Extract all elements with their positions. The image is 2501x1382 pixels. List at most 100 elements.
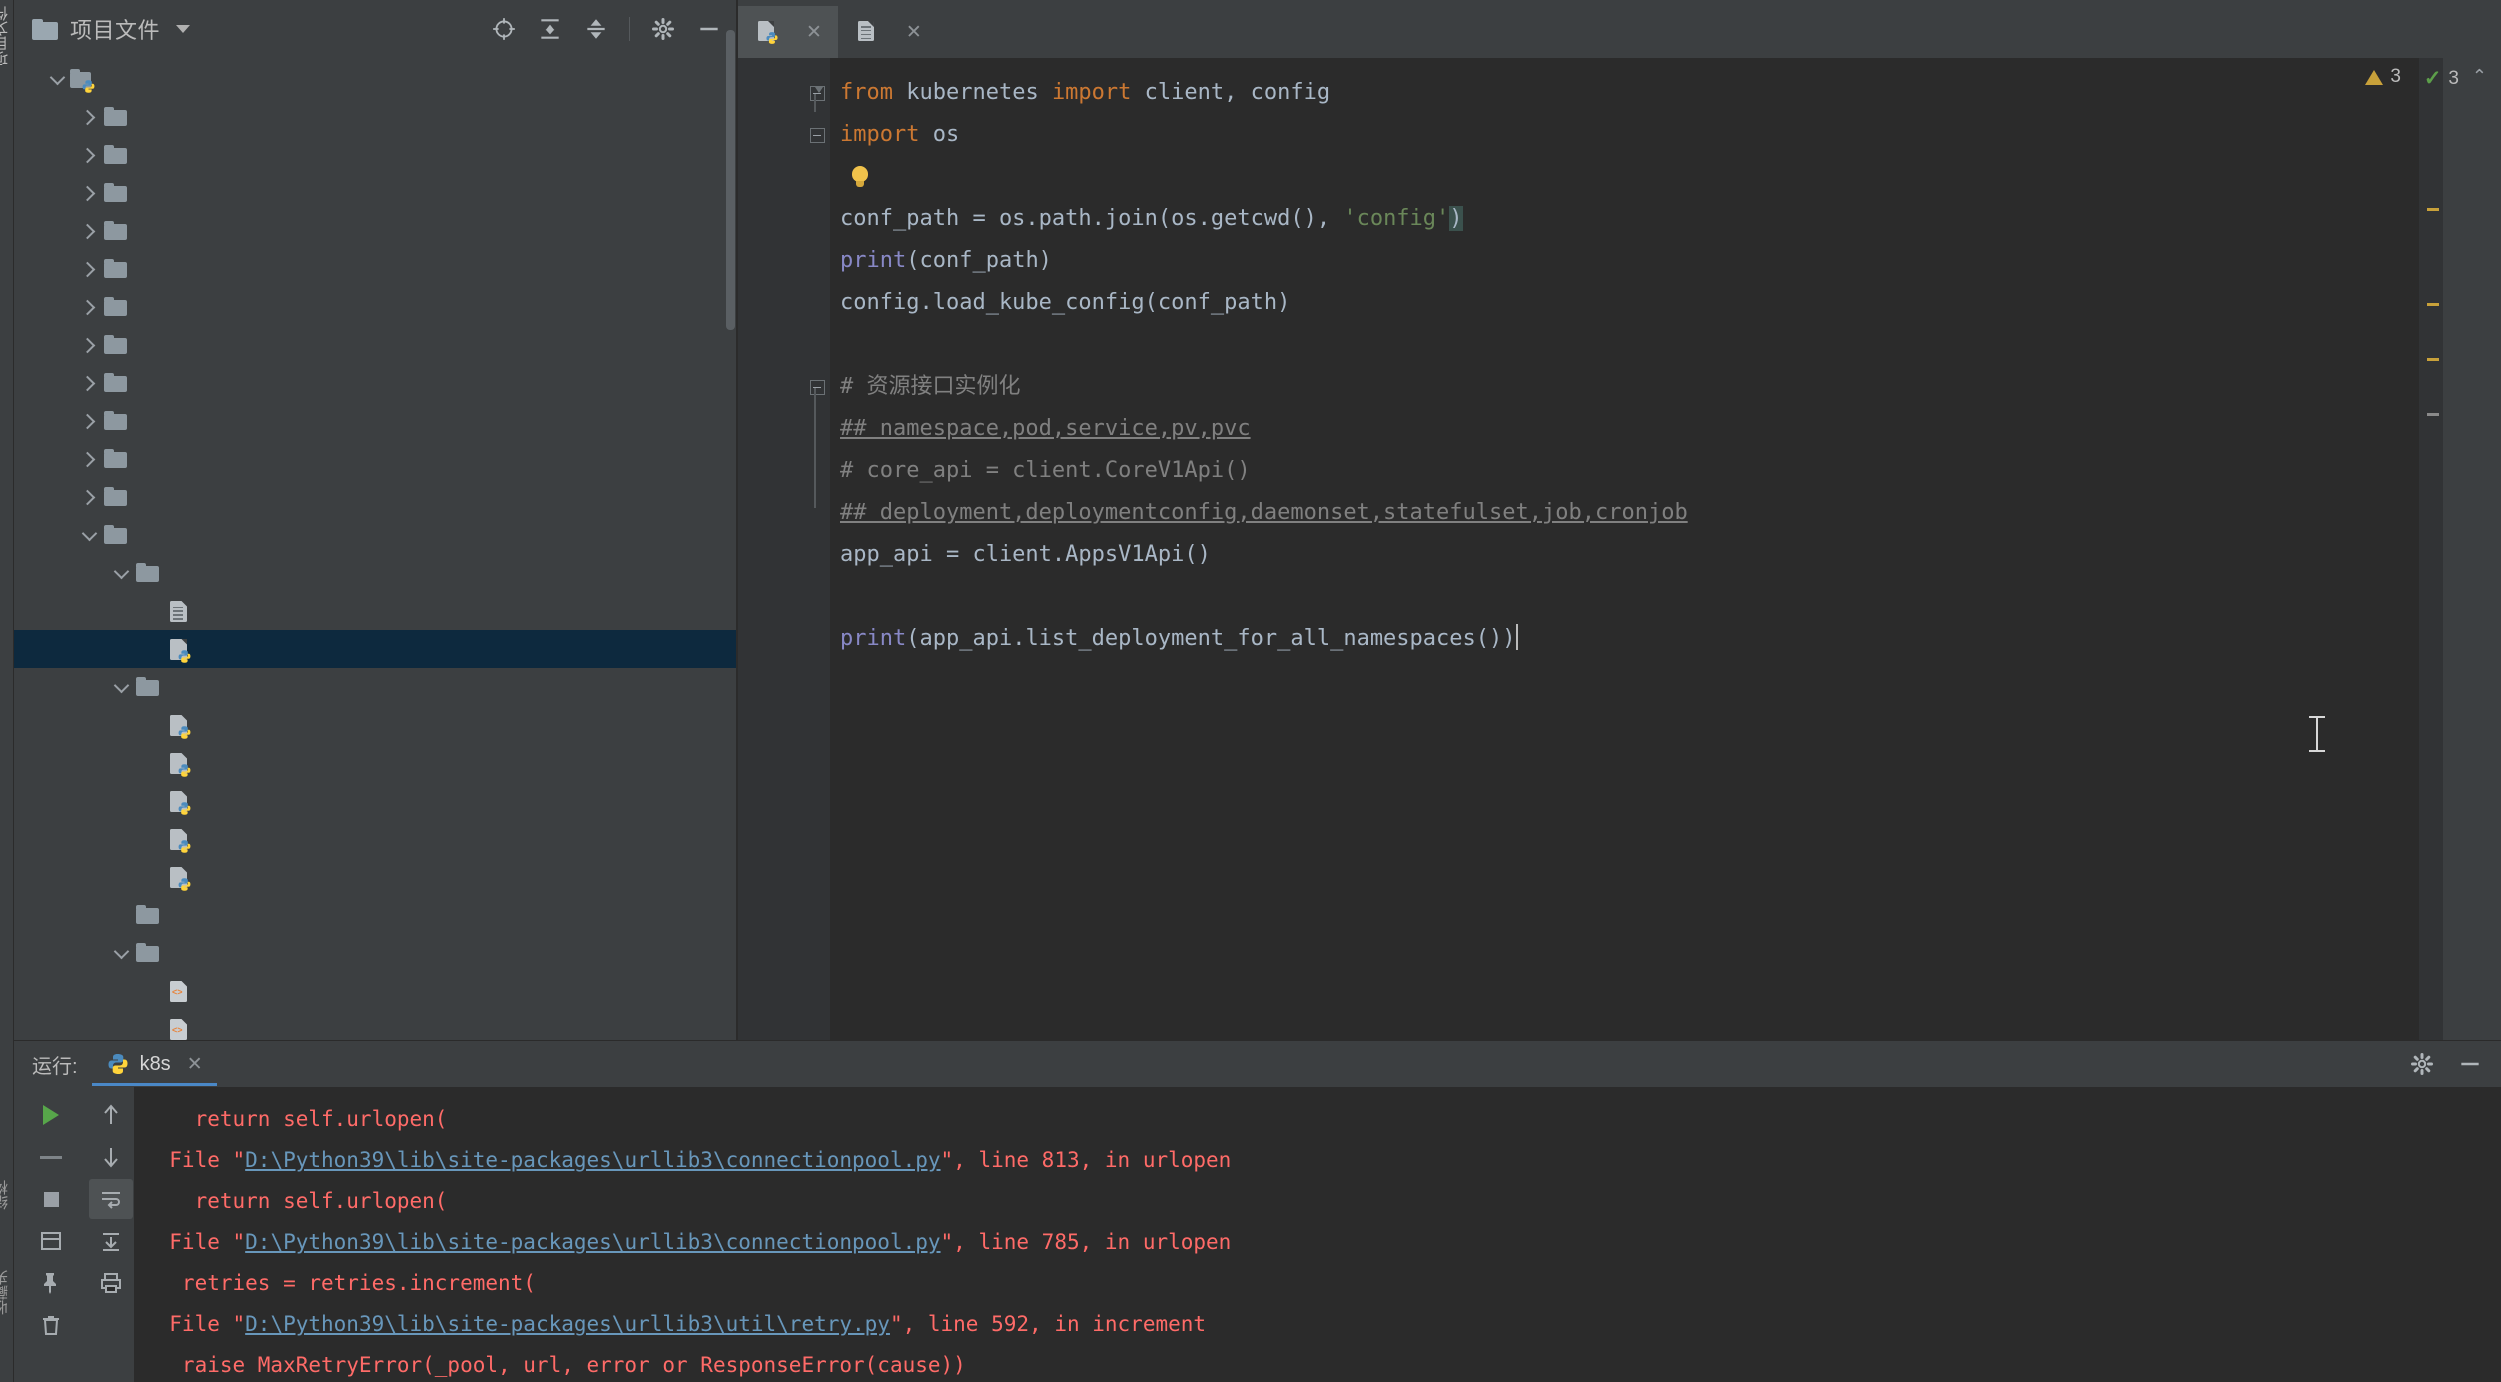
code-line[interactable] [830, 156, 2419, 198]
down-arrow-icon[interactable] [89, 1137, 133, 1177]
vertical-tab-favorites[interactable]: 收藏夹 [0, 1270, 12, 1315]
close-icon[interactable]: ✕ [187, 1053, 203, 1076]
project-file-tree[interactable]: <> <> [14, 58, 736, 1040]
editor-tab-config[interactable]: ✕ [838, 6, 938, 58]
tree-item-devops-drf[interactable] [14, 288, 736, 326]
tree-item-base-html[interactable]: <> [14, 972, 736, 1010]
code-editor[interactable]: from kubernetes import client, config imp… [830, 58, 2419, 1040]
warning-status[interactable]: 3 [2365, 66, 2401, 88]
tree-item-settings-py[interactable] [14, 782, 736, 820]
chevron-right-icon[interactable] [76, 375, 102, 391]
chevron-down-icon[interactable] [108, 677, 134, 693]
close-icon[interactable]: ✕ [806, 21, 822, 44]
stop-icon[interactable] [29, 1179, 73, 1219]
tree-item-k8s-py[interactable] [14, 630, 736, 668]
chevron-right-icon[interactable] [76, 337, 102, 353]
tree-item-urls-py[interactable] [14, 820, 736, 858]
gear-icon[interactable] [650, 16, 676, 42]
tree-item-day16[interactable] [14, 212, 736, 250]
tree-item-wsgi-py[interactable] [14, 858, 736, 896]
code-line[interactable]: print(app_api.list_deployment_for_all_na… [830, 618, 2419, 660]
error-marker-gutter[interactable] [2419, 58, 2443, 1040]
vertical-tab-project[interactable]: 项目文件 [0, 6, 12, 66]
code-folding-gutter[interactable] [804, 58, 830, 1040]
code-line[interactable]: ## namespace,pod,service,pv,pvc [830, 408, 2419, 450]
chevron-right-icon[interactable] [76, 451, 102, 467]
code-line[interactable]: import os [830, 114, 2419, 156]
console-output[interactable]: return self.urlopen( File "D:\Python39\l… [134, 1087, 2501, 1382]
chevron-down-icon[interactable] [108, 563, 134, 579]
tree-item-course[interactable] [14, 60, 736, 98]
collapse-inspections-button[interactable]: ⌃ [2472, 66, 2487, 87]
fold-box-icon[interactable] [809, 379, 825, 395]
chevron-right-icon[interactable] [76, 147, 102, 163]
tree-item--idea[interactable] [14, 98, 736, 136]
tree-item-asgi-py[interactable] [14, 744, 736, 782]
collapse-all-icon[interactable] [537, 16, 563, 42]
tree-item-hello[interactable] [14, 440, 736, 478]
tree-item-docx[interactable] [14, 326, 736, 364]
tree-item-config[interactable] [14, 592, 736, 630]
scroll-to-end-icon[interactable] [89, 1221, 133, 1261]
chevron-right-icon[interactable] [76, 489, 102, 505]
tree-item-ftp[interactable] [14, 402, 736, 440]
tree-item--init-py[interactable] [14, 706, 736, 744]
tree-item-excel[interactable] [14, 364, 736, 402]
tree-item-devops[interactable] [14, 250, 736, 288]
code-line[interactable]: # core_api = client.CoreV1Api() [830, 450, 2419, 492]
gear-icon[interactable] [2409, 1051, 2435, 1077]
chevron-down-icon[interactable] [176, 25, 191, 33]
tree-item-jd-assistant-master[interactable] [14, 478, 736, 516]
minimize-icon[interactable] [2457, 1051, 2483, 1077]
soft-wrap-icon[interactable] [89, 1179, 133, 1219]
expand-collapse-icon[interactable] [583, 16, 609, 42]
run-icon[interactable] [29, 1095, 73, 1135]
pin-icon[interactable] [29, 1263, 73, 1303]
tree-item-conf[interactable] [14, 554, 736, 592]
project-scrollbar[interactable] [726, 30, 735, 330]
chevron-right-icon[interactable] [76, 413, 102, 429]
run-configuration-tab[interactable]: k8s ✕ [91, 1042, 217, 1086]
console-file-link[interactable]: D:\Python39\lib\site-packages\urllib3\ut… [245, 1312, 890, 1336]
code-line[interactable]: config.load_kube_config(conf_path) [830, 282, 2419, 324]
editor-tab-k8s-py[interactable]: ✕ [738, 6, 838, 58]
code-line[interactable]: ## deployment,deploymentconfig,daemonset… [830, 492, 2419, 534]
vertical-tab-structure[interactable]: 结构 [0, 1180, 12, 1210]
tree-item-static[interactable] [14, 896, 736, 934]
print-icon[interactable] [89, 1263, 133, 1303]
chevron-down-icon[interactable] [108, 943, 134, 959]
chevron-right-icon[interactable] [76, 299, 102, 315]
console-file-link[interactable]: D:\Python39\lib\site-packages\urllib3\co… [245, 1148, 940, 1172]
code-line[interactable] [830, 576, 2419, 618]
trash-icon[interactable] [29, 1305, 73, 1345]
tree-item-templates[interactable] [14, 934, 736, 972]
close-icon[interactable]: ✕ [906, 21, 922, 44]
tree-item-aliyun[interactable] [14, 136, 736, 174]
code-line[interactable]: from kubernetes import client, config [830, 72, 2419, 114]
fold-box-icon[interactable] [809, 127, 825, 143]
code-line[interactable] [830, 324, 2419, 366]
code-line[interactable]: conf_path = os.path.join(os.getcwd(), 'c… [830, 198, 2419, 240]
chevron-right-icon[interactable] [76, 109, 102, 125]
tree-item-k8s-dashboard[interactable] [14, 516, 736, 554]
chevron-right-icon[interactable] [76, 185, 102, 201]
chevron-right-icon[interactable] [76, 223, 102, 239]
code-line[interactable]: # 资源接口实例化 [830, 366, 2419, 408]
chevron-down-icon[interactable] [76, 525, 102, 541]
minimize-icon[interactable] [696, 16, 722, 42]
locate-icon[interactable] [491, 16, 517, 42]
code-line[interactable]: app_api = client.AppsV1Api() [830, 534, 2419, 576]
layout-icon[interactable] [29, 1221, 73, 1261]
lightbulb-icon[interactable] [850, 164, 870, 190]
console-file-link[interactable]: D:\Python39\lib\site-packages\urllib3\co… [245, 1230, 940, 1254]
project-title-group[interactable]: 项目文件 [32, 13, 191, 45]
tree-item-k8s-dashboard[interactable] [14, 668, 736, 706]
up-arrow-icon[interactable] [89, 1095, 133, 1135]
code-line[interactable]: print(conf_path) [830, 240, 2419, 282]
chevron-down-icon[interactable] [44, 69, 70, 85]
tree-item-autoticket-master[interactable] [14, 174, 736, 212]
tree-item-index-html[interactable]: <> [14, 1010, 736, 1040]
inspection-status[interactable]: ✓ 3 [2424, 66, 2459, 91]
chevron-right-icon[interactable] [76, 261, 102, 277]
folder-icon [134, 676, 161, 699]
